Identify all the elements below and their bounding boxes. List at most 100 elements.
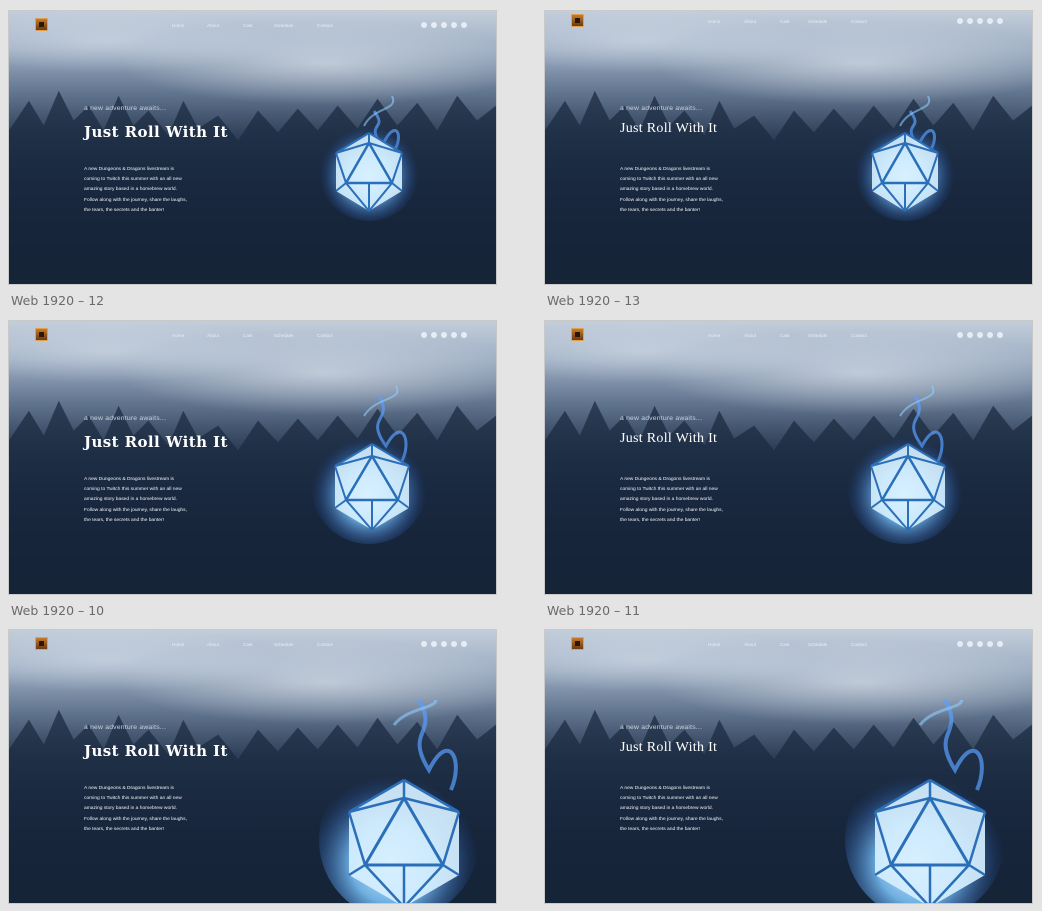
nav-about[interactable]: About bbox=[744, 333, 780, 338]
nav-contact[interactable]: Contact bbox=[851, 19, 867, 24]
description-line: amazing story based in a homebrew world. bbox=[620, 187, 713, 193]
twitter-icon[interactable] bbox=[987, 332, 993, 338]
discord-icon[interactable] bbox=[421, 332, 427, 338]
discord-icon[interactable] bbox=[421, 22, 427, 28]
description-line: the tears, the secrets and the banter! bbox=[84, 826, 164, 832]
description-line: A new Dungeons & Dragons livestream is bbox=[620, 477, 710, 482]
description-line: the tears, the secrets and the banter! bbox=[84, 517, 164, 523]
nav-cast[interactable]: Cast bbox=[780, 19, 808, 24]
discord-icon[interactable] bbox=[957, 332, 963, 338]
nav-about[interactable]: About bbox=[207, 333, 243, 338]
nav-contact[interactable]: Contact bbox=[317, 642, 333, 647]
top-nav: Home About Cast Schedule Contact bbox=[708, 642, 867, 647]
twitter-icon[interactable] bbox=[987, 641, 993, 647]
description-line: Follow along with the journey, share the… bbox=[620, 816, 723, 822]
artboard-label[interactable]: Web 1920 – 11 bbox=[547, 603, 640, 618]
twitter-icon[interactable] bbox=[451, 641, 457, 647]
youtube-icon[interactable] bbox=[967, 641, 973, 647]
facebook-icon[interactable] bbox=[461, 332, 467, 338]
nav-cast[interactable]: Cast bbox=[243, 333, 274, 338]
youtube-icon[interactable] bbox=[431, 332, 437, 338]
twitter-icon[interactable] bbox=[451, 22, 457, 28]
nav-about[interactable]: About bbox=[744, 642, 780, 647]
instagram-icon[interactable] bbox=[441, 641, 447, 647]
social-links bbox=[421, 641, 467, 647]
instagram-icon[interactable] bbox=[441, 22, 447, 28]
hero-kicker: a new adventure awaits... bbox=[84, 105, 167, 112]
hero-title: Just Roll With It bbox=[620, 431, 718, 446]
hero-title: Just Roll With It bbox=[84, 123, 228, 141]
facebook-icon[interactable] bbox=[461, 641, 467, 647]
nav-schedule[interactable]: Schedule bbox=[274, 642, 317, 647]
nav-home[interactable]: Home bbox=[708, 19, 744, 24]
nav-about[interactable]: About bbox=[744, 19, 780, 24]
logo-icon[interactable] bbox=[35, 637, 48, 650]
top-nav: Home About Cast Schedule Contact bbox=[708, 333, 867, 338]
nav-about[interactable]: About bbox=[207, 23, 243, 28]
nav-cast[interactable]: Cast bbox=[780, 642, 808, 647]
nav-cast[interactable]: Cast bbox=[780, 333, 808, 338]
description-line: coming to Twitch this summer with an all… bbox=[84, 177, 182, 183]
description-line: Follow along with the journey, share the… bbox=[84, 197, 187, 203]
nav-home[interactable]: Home bbox=[172, 23, 207, 28]
logo-icon[interactable] bbox=[571, 14, 584, 27]
instagram-icon[interactable] bbox=[977, 18, 983, 24]
youtube-icon[interactable] bbox=[967, 332, 973, 338]
nav-home[interactable]: Home bbox=[708, 333, 744, 338]
d20-dice-icon bbox=[835, 700, 1025, 903]
artboard-canvas: Home About Cast Schedule Contact a new a… bbox=[544, 320, 1033, 595]
discord-icon[interactable] bbox=[957, 641, 963, 647]
hero-kicker: a new adventure awaits... bbox=[84, 415, 167, 422]
nav-schedule[interactable]: Schedule bbox=[274, 23, 317, 28]
artboard-label[interactable]: Web 1920 – 10 bbox=[11, 603, 104, 618]
facebook-icon[interactable] bbox=[461, 22, 467, 28]
nav-contact[interactable]: Contact bbox=[317, 23, 333, 28]
artboard-label[interactable]: Web 1920 – 13 bbox=[547, 293, 640, 308]
discord-icon[interactable] bbox=[421, 641, 427, 647]
facebook-icon[interactable] bbox=[997, 18, 1003, 24]
facebook-icon[interactable] bbox=[997, 332, 1003, 338]
artboard-canvas: Home About Cast Schedule Contact a new a… bbox=[544, 629, 1033, 904]
top-nav: Home About Cast Schedule Contact bbox=[172, 23, 333, 28]
nav-cast[interactable]: Cast bbox=[243, 642, 274, 647]
nav-contact[interactable]: Contact bbox=[851, 642, 867, 647]
nav-contact[interactable]: Contact bbox=[317, 333, 333, 338]
nav-schedule[interactable]: Schedule bbox=[808, 642, 851, 647]
artboard-label[interactable]: Web 1920 – 12 bbox=[11, 293, 104, 308]
description-line: Follow along with the journey, share the… bbox=[620, 197, 723, 203]
description-line: coming to Twitch this summer with an all… bbox=[84, 796, 182, 802]
facebook-icon[interactable] bbox=[997, 641, 1003, 647]
logo-icon[interactable] bbox=[571, 637, 584, 650]
logo-icon[interactable] bbox=[571, 328, 584, 341]
nav-home[interactable]: Home bbox=[172, 333, 207, 338]
social-links bbox=[957, 641, 1003, 647]
top-nav: Home About Cast Schedule Contact bbox=[172, 333, 333, 338]
youtube-icon[interactable] bbox=[967, 18, 973, 24]
youtube-icon[interactable] bbox=[431, 22, 437, 28]
artboard-canvas: Home About Cast Schedule Contact a new a… bbox=[8, 629, 497, 904]
nav-schedule[interactable]: Schedule bbox=[808, 333, 851, 338]
logo-icon[interactable] bbox=[35, 18, 48, 31]
instagram-icon[interactable] bbox=[441, 332, 447, 338]
instagram-icon[interactable] bbox=[977, 641, 983, 647]
description-line: amazing story based in a homebrew world. bbox=[84, 806, 177, 812]
nav-home[interactable]: Home bbox=[708, 642, 744, 647]
artboard-canvas: Home About Cast Schedule Contact a new a… bbox=[8, 320, 497, 595]
description-line: coming to Twitch this summer with an all… bbox=[620, 796, 718, 802]
artboard-canvas: Home About Cast Schedule Contact a new a… bbox=[544, 10, 1033, 285]
discord-icon[interactable] bbox=[957, 18, 963, 24]
nav-schedule[interactable]: Schedule bbox=[808, 19, 851, 24]
nav-schedule[interactable]: Schedule bbox=[274, 333, 317, 338]
nav-home[interactable]: Home bbox=[172, 642, 207, 647]
nav-contact[interactable]: Contact bbox=[851, 333, 867, 338]
twitter-icon[interactable] bbox=[987, 18, 993, 24]
top-nav: Home About Cast Schedule Contact bbox=[708, 19, 867, 24]
twitter-icon[interactable] bbox=[451, 332, 457, 338]
top-nav: Home About Cast Schedule Contact bbox=[172, 642, 333, 647]
instagram-icon[interactable] bbox=[977, 332, 983, 338]
nav-about[interactable]: About bbox=[207, 642, 243, 647]
nav-cast[interactable]: Cast bbox=[243, 23, 274, 28]
youtube-icon[interactable] bbox=[431, 641, 437, 647]
hero-description: A new Dungeons & Dragons livestream is c… bbox=[84, 784, 224, 835]
logo-icon[interactable] bbox=[35, 328, 48, 341]
